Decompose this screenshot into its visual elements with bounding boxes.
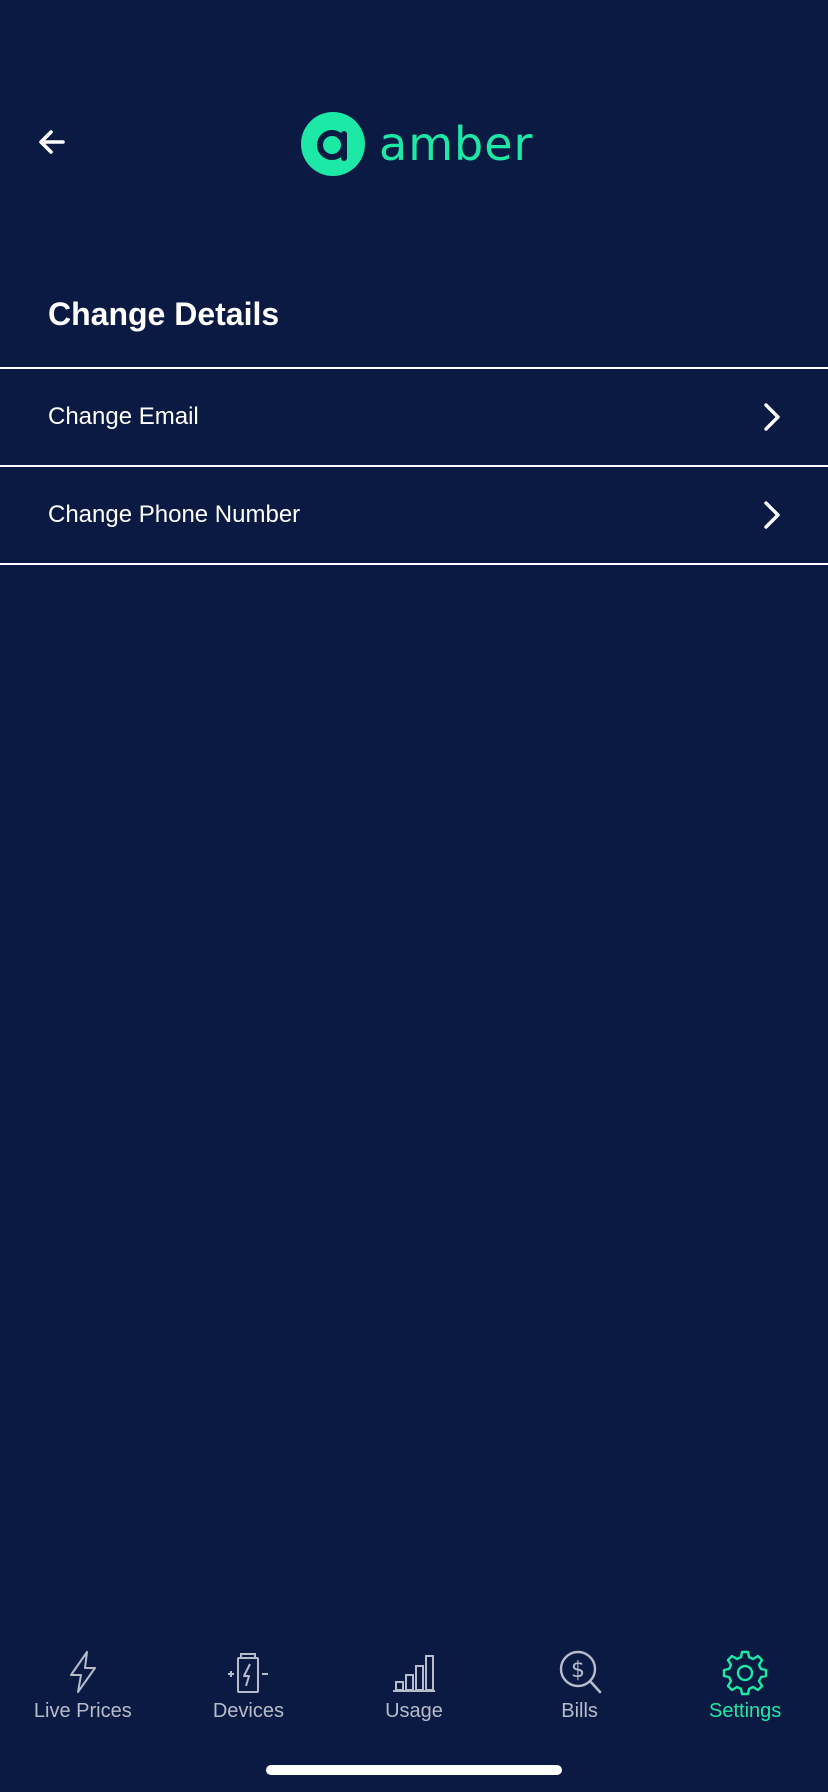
dollar-search-icon: $ [559,1650,601,1694]
lightning-icon [69,1651,96,1693]
amber-logo-icon [301,112,365,176]
tab-bills[interactable]: $ Bills [497,1632,663,1732]
chevron-right-icon [764,403,780,431]
chevron-right-icon [764,501,780,529]
tab-label: Live Prices [33,1700,132,1722]
change-email-item[interactable]: Change Email [0,369,828,467]
tab-label: Bills [561,1700,598,1722]
back-button[interactable] [30,120,74,164]
tab-label: Settings [709,1700,782,1722]
gear-icon [722,1650,768,1696]
home-indicator [266,1765,562,1775]
tab-settings[interactable]: Settings [662,1632,828,1732]
battery-icon [228,1653,269,1693]
brand-name: amber [379,117,534,171]
tab-devices[interactable]: Devices [166,1632,332,1732]
change-phone-number-item[interactable]: Change Phone Number [0,467,828,565]
menu-item-label: Change Email [48,403,199,430]
svg-text:$: $ [571,1658,585,1683]
amber-logo: amber [301,111,533,177]
settings-menu-list: Change Email Change Phone Number [0,367,828,565]
tab-bar: Live Prices Devices Usage $ Bills Settin… [0,1632,828,1732]
menu-item-label: Change Phone Number [48,501,301,528]
tab-usage[interactable]: Usage [331,1632,497,1732]
header: amber [0,0,828,230]
tab-live-prices[interactable]: Live Prices [0,1632,166,1732]
bar-chart-icon [392,1655,435,1692]
arrow-left-icon [39,130,65,154]
tab-label: Usage [385,1700,443,1722]
tab-label: Devices [212,1700,284,1722]
page-title: Change Details [48,296,280,332]
